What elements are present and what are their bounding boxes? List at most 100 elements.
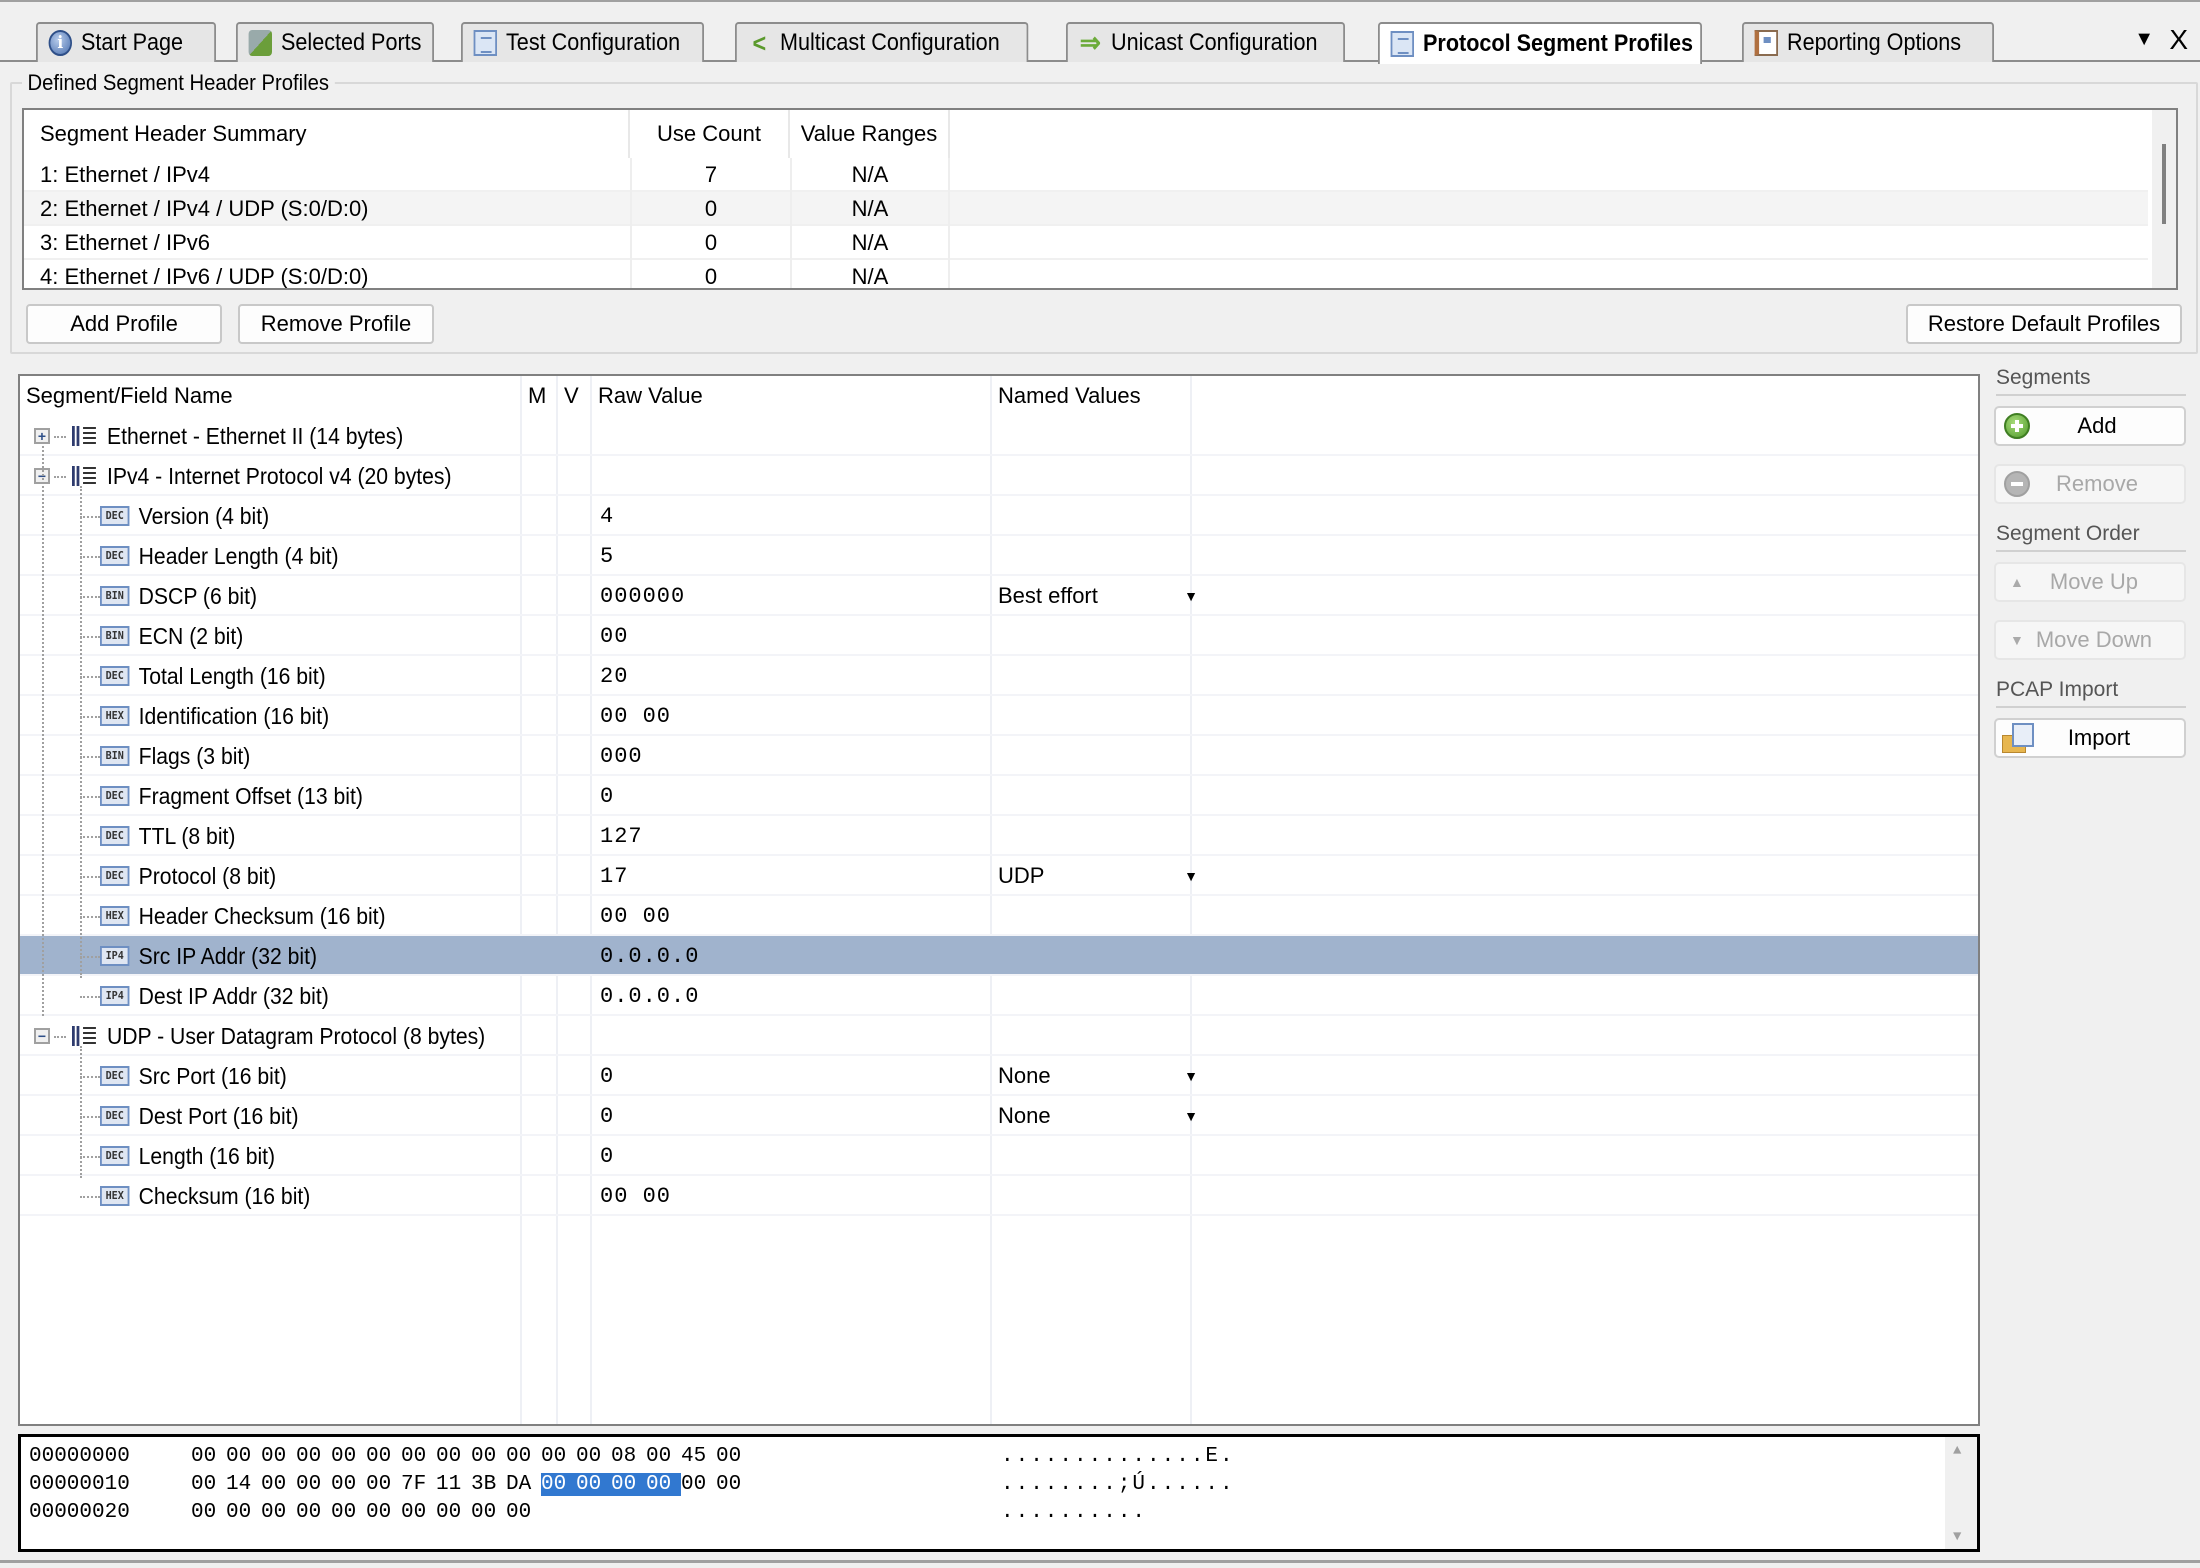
profile-row[interactable]: 1: Ethernet / IPv4 7 N/A bbox=[24, 158, 2148, 192]
hex-byte[interactable]: 00 bbox=[401, 1501, 436, 1524]
hex-byte[interactable]: 00 bbox=[471, 1445, 506, 1468]
tab-test-configuration[interactable]: Test Configuration bbox=[461, 22, 704, 62]
raw-value[interactable]: 000000 bbox=[600, 576, 685, 616]
hex-byte[interactable]: 00 bbox=[716, 1473, 751, 1496]
column-header-value-ranges[interactable]: Value Ranges bbox=[790, 110, 950, 158]
field-row[interactable]: BIN Flags (3 bit) 000 bbox=[20, 736, 1978, 776]
column-header-named-values[interactable]: Named Values bbox=[992, 376, 1190, 416]
field-row[interactable]: HEX Checksum (16 bit) 00 00 bbox=[20, 1176, 1978, 1216]
named-value-dropdown[interactable]: None ▼ bbox=[998, 1056, 1198, 1096]
hex-byte[interactable]: 00 bbox=[366, 1445, 401, 1468]
hex-byte[interactable]: 08 bbox=[611, 1445, 646, 1468]
hex-byte[interactable]: 11 bbox=[436, 1473, 471, 1496]
column-header-m[interactable]: M bbox=[522, 376, 556, 416]
hex-byte[interactable]: 00 bbox=[261, 1473, 296, 1496]
dropdown-arrow-icon[interactable]: ▼ bbox=[1184, 868, 1198, 884]
field-row[interactable]: IP4 Dest IP Addr (32 bit) 0.0.0.0 bbox=[20, 976, 1978, 1016]
profile-row[interactable]: 3: Ethernet / IPv6 0 N/A bbox=[24, 226, 2148, 260]
hex-byte[interactable]: 00 bbox=[436, 1445, 471, 1468]
hex-byte[interactable]: 00 bbox=[646, 1473, 681, 1496]
hex-byte[interactable]: 00 bbox=[331, 1445, 366, 1468]
remove-profile-button[interactable]: Remove Profile bbox=[238, 304, 434, 344]
tab-reporting-options[interactable]: Reporting Options bbox=[1742, 22, 1994, 62]
hex-byte[interactable]: 00 bbox=[191, 1501, 226, 1524]
field-row[interactable]: DEC Total Length (16 bit) 20 bbox=[20, 656, 1978, 696]
raw-value[interactable]: 0 bbox=[600, 1136, 614, 1176]
segment-row[interactable]: + Ethernet - Ethernet II (14 bytes) bbox=[20, 416, 1978, 456]
dropdown-arrow-icon[interactable]: ▼ bbox=[1184, 588, 1198, 604]
hex-byte[interactable]: 00 bbox=[226, 1445, 261, 1468]
dropdown-arrow-icon[interactable]: ▼ bbox=[1184, 1108, 1198, 1124]
hex-byte[interactable]: 00 bbox=[436, 1501, 471, 1524]
raw-value[interactable]: 00 00 bbox=[600, 1176, 671, 1216]
raw-value[interactable]: 00 00 bbox=[600, 896, 671, 936]
raw-value[interactable]: 0 bbox=[600, 776, 614, 816]
segment-row[interactable]: − IPv4 - Internet Protocol v4 (20 bytes) bbox=[20, 456, 1978, 496]
field-row[interactable]: BIN DSCP (6 bit) 000000 Best effort ▼ bbox=[20, 576, 1978, 616]
remove-segment-button[interactable]: Remove bbox=[1994, 464, 2186, 504]
field-row[interactable]: DEC Fragment Offset (13 bit) 0 bbox=[20, 776, 1978, 816]
hex-byte[interactable]: 00 bbox=[506, 1445, 541, 1468]
raw-value[interactable]: 127 bbox=[600, 816, 643, 856]
hex-byte[interactable]: 00 bbox=[331, 1473, 366, 1496]
hex-byte[interactable]: DA bbox=[506, 1473, 541, 1496]
field-row[interactable]: HEX Identification (16 bit) 00 00 bbox=[20, 696, 1978, 736]
hex-byte[interactable]: 00 bbox=[191, 1473, 226, 1496]
hex-byte[interactable]: 00 bbox=[261, 1445, 296, 1468]
profiles-scrollbar[interactable] bbox=[2152, 110, 2176, 288]
hex-byte[interactable]: 00 bbox=[296, 1501, 331, 1524]
hex-byte[interactable]: 00 bbox=[506, 1501, 541, 1524]
raw-value[interactable]: 0 bbox=[600, 1056, 614, 1096]
hex-byte[interactable]: 00 bbox=[261, 1501, 296, 1524]
hex-byte[interactable]: 00 bbox=[541, 1473, 576, 1496]
hex-byte[interactable]: 00 bbox=[576, 1473, 611, 1496]
hex-scrollbar[interactable]: ▲ ▼ bbox=[1945, 1437, 1977, 1549]
raw-value[interactable]: 5 bbox=[600, 536, 614, 576]
tab-unicast-configuration[interactable]: ⇒ Unicast Configuration bbox=[1066, 22, 1345, 62]
move-down-button[interactable]: ▼ Move Down bbox=[1994, 620, 2186, 660]
raw-value[interactable]: 0 bbox=[600, 1096, 614, 1136]
hex-byte[interactable]: 00 bbox=[366, 1501, 401, 1524]
tab-start-page[interactable]: Start Page bbox=[36, 22, 216, 62]
field-row[interactable]: DEC Header Length (4 bit) 5 bbox=[20, 536, 1978, 576]
hex-byte[interactable]: 00 bbox=[401, 1445, 436, 1468]
field-row[interactable]: IP4 Src IP Addr (32 bit) 0.0.0.0 bbox=[20, 936, 1978, 976]
add-segment-button[interactable]: Add bbox=[1994, 406, 2186, 446]
scroll-down-icon[interactable]: ▼ bbox=[1953, 1529, 1961, 1545]
raw-value[interactable]: 17 bbox=[600, 856, 628, 896]
field-row[interactable]: DEC Length (16 bit) 0 bbox=[20, 1136, 1978, 1176]
raw-value[interactable]: 0.0.0.0 bbox=[600, 936, 699, 976]
hex-byte[interactable]: 14 bbox=[226, 1473, 261, 1496]
hex-byte[interactable]: 00 bbox=[471, 1501, 506, 1524]
dropdown-arrow-icon[interactable]: ▼ bbox=[1184, 1068, 1198, 1084]
collapse-icon[interactable]: − bbox=[34, 1028, 50, 1044]
hex-byte[interactable]: 3B bbox=[471, 1473, 506, 1496]
scroll-up-icon[interactable]: ▲ bbox=[1953, 1443, 1961, 1459]
field-row[interactable]: DEC Dest Port (16 bit) 0 None ▼ bbox=[20, 1096, 1978, 1136]
field-row[interactable]: BIN ECN (2 bit) 00 bbox=[20, 616, 1978, 656]
hex-byte[interactable]: 00 bbox=[191, 1445, 226, 1468]
field-row[interactable]: DEC TTL (8 bit) 127 bbox=[20, 816, 1978, 856]
hex-byte[interactable]: 00 bbox=[296, 1473, 331, 1496]
raw-value[interactable]: 20 bbox=[600, 656, 628, 696]
field-row[interactable]: DEC Protocol (8 bit) 17 UDP ▼ bbox=[20, 856, 1978, 896]
hex-byte[interactable]: 00 bbox=[226, 1501, 261, 1524]
field-row[interactable]: DEC Src Port (16 bit) 0 None ▼ bbox=[20, 1056, 1978, 1096]
hex-byte[interactable]: 45 bbox=[681, 1445, 716, 1468]
hex-byte[interactable]: 00 bbox=[331, 1501, 366, 1524]
column-header-use-count[interactable]: Use Count bbox=[630, 110, 790, 158]
field-row[interactable]: HEX Header Checksum (16 bit) 00 00 bbox=[20, 896, 1978, 936]
hex-byte[interactable]: 00 bbox=[611, 1473, 646, 1496]
hex-byte[interactable]: 00 bbox=[296, 1445, 331, 1468]
profile-row[interactable]: 4: Ethernet / IPv6 / UDP (S:0/D:0) 0 N/A bbox=[24, 260, 2148, 288]
add-profile-button[interactable]: Add Profile bbox=[26, 304, 222, 344]
tab-protocol-segment-profiles[interactable]: Protocol Segment Profiles bbox=[1378, 22, 1702, 64]
raw-value[interactable]: 4 bbox=[600, 496, 614, 536]
hex-byte[interactable]: 00 bbox=[576, 1445, 611, 1468]
hex-byte[interactable]: 00 bbox=[646, 1445, 681, 1468]
raw-value[interactable]: 0.0.0.0 bbox=[600, 976, 699, 1016]
expand-icon[interactable]: + bbox=[34, 428, 50, 444]
segment-row[interactable]: − UDP - User Datagram Protocol (8 bytes) bbox=[20, 1016, 1978, 1056]
hex-byte[interactable]: 00 bbox=[541, 1445, 576, 1468]
hex-byte[interactable]: 00 bbox=[366, 1473, 401, 1496]
